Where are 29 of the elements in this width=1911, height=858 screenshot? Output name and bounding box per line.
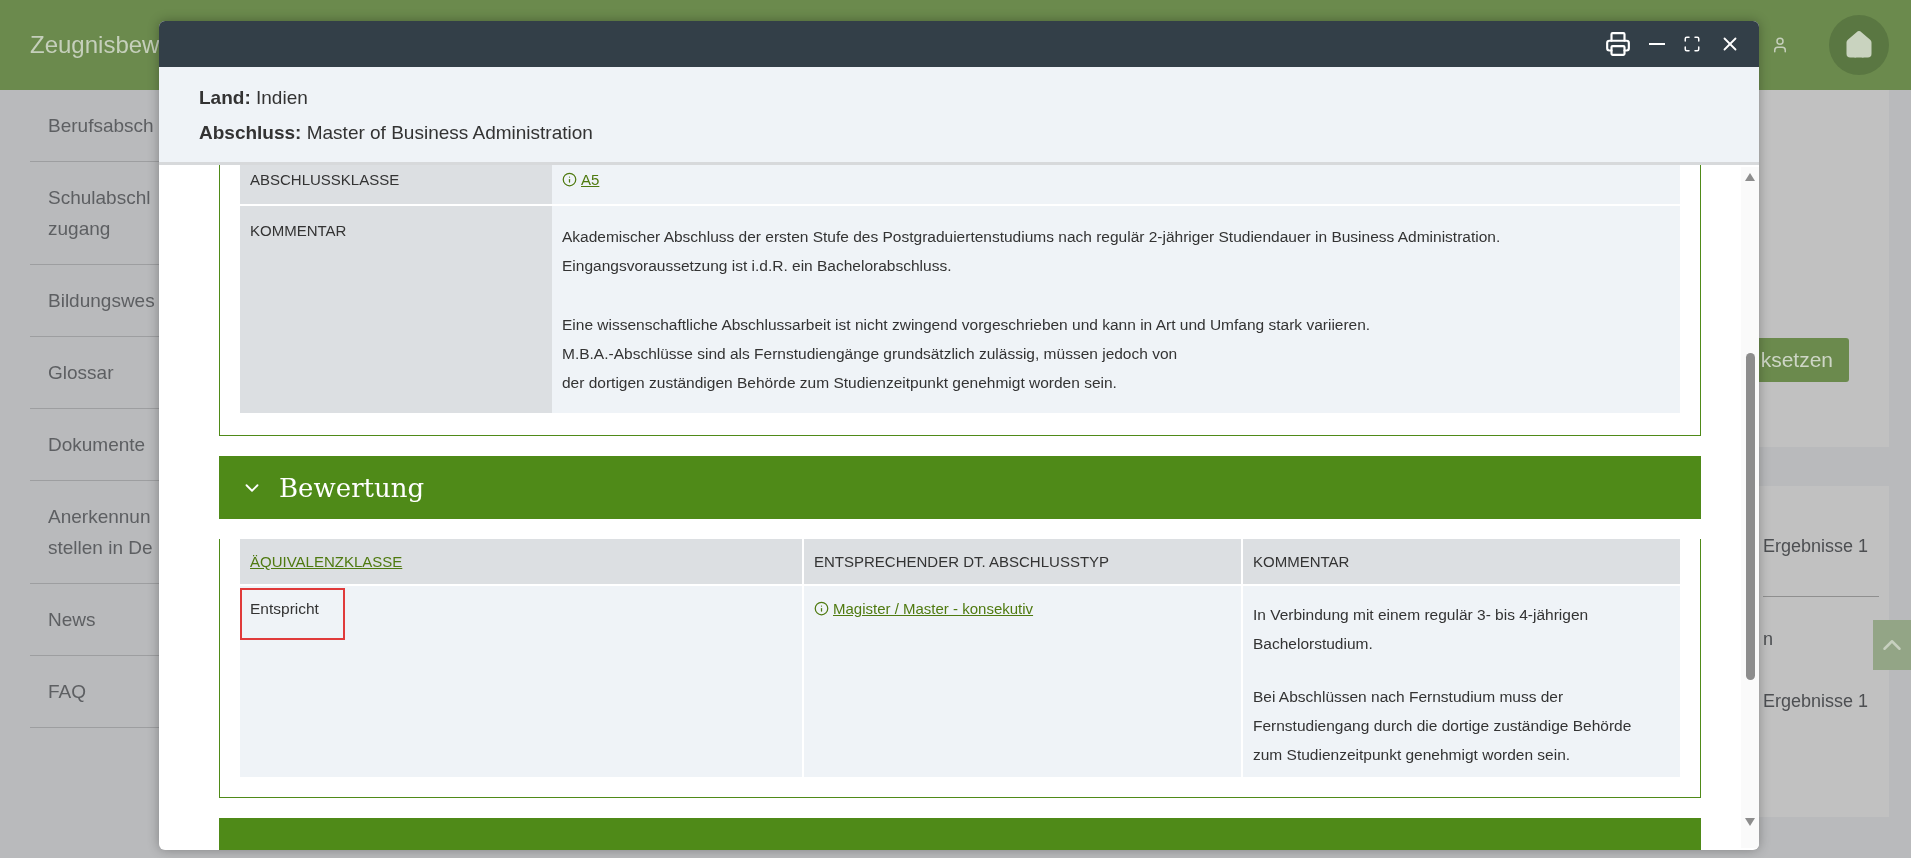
minimize-icon (1649, 43, 1665, 45)
comment-text: In Verbindung mit einem regulär 3- bis 4-jährigen Bachelorstudium. (1253, 605, 1590, 654)
row-label: ABSCHLUSSKLASSE (240, 165, 552, 204)
info-line: Land: Indien (199, 86, 309, 110)
info-icon (814, 601, 829, 616)
info-icon (562, 172, 577, 187)
print-button[interactable] (1605, 31, 1631, 57)
section-title: Bewertung (279, 472, 425, 503)
column-header[interactable]: ÄQUIVALENZKLASSE (240, 539, 802, 584)
column-header: ENTSPRECHENDER DT. ABSCHLUSSTYP (804, 539, 1241, 584)
house-icon (1844, 30, 1874, 60)
result-text: n (1763, 628, 1774, 651)
result-text: Ergebnisse 1 (1763, 526, 1879, 597)
comment-text: Bei Abschlüssen nach Fernstudium muss der Fernstudiengang durch die dortige zuständige Behörde zum Studienzeitpunkt genehmigt worden sein. (1253, 687, 1633, 765)
table-cell: Entspricht (240, 586, 802, 777)
user-icon[interactable] (1771, 36, 1789, 54)
maximize-button[interactable] (1683, 35, 1701, 53)
column-header: KOMMENTAR (1243, 539, 1680, 584)
comment-text: Akademischer Abschluss der ersten Stufe des Postgraduiertenstudiums nach regulär 2-jähriger Studiendauer in Business Administration. Eingangsvoraussetzung ist i.d.R. ein Bachelorabschluss. (562, 227, 1502, 276)
maximize-icon (1683, 35, 1701, 53)
row-label: KOMMENTAR (240, 206, 552, 413)
scrollbar[interactable] (1741, 167, 1759, 848)
class-link[interactable]: A5 (562, 171, 1670, 188)
comment-text: Eine wissenschaftliche Abschlussarbeit ist nicht zwingend vorgeschrieben und kann in Art und Umfang stark variieren. M.B.A.-Abschlüsse sind als Fernstudiengänge grundsätzlich zulässig, müssen jedoch von der dortigen zuständigen Behörde zum Studienzeitpunkt genehmigt worden sein. (562, 315, 1372, 393)
app-title: Zeugnisbew (30, 31, 160, 59)
printer-icon (1605, 31, 1631, 57)
info-line: Abschluss: Master of Business Administration (199, 121, 594, 145)
degree-link[interactable]: Magister / Master - konsekutiv (814, 600, 1034, 617)
result-text: Ergebnisse 1 (1763, 690, 1870, 713)
